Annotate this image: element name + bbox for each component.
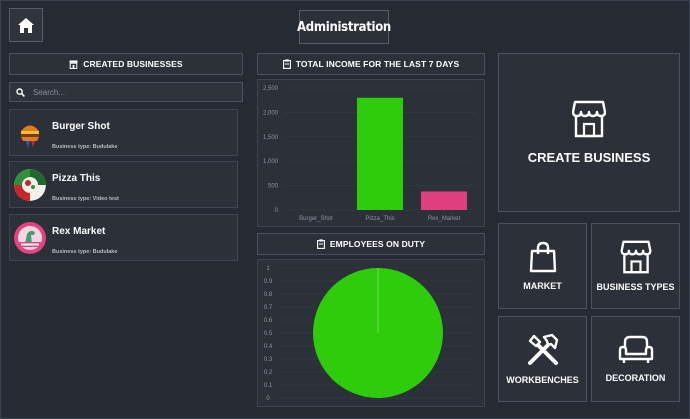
market-button[interactable]: MARKET	[498, 223, 587, 309]
search-input[interactable]	[31, 86, 225, 98]
clipboard-icon	[316, 239, 325, 249]
y-tick-label: 2,500	[263, 86, 279, 92]
bar-pizza_this[interactable]	[356, 97, 404, 210]
workbenches-button[interactable]: WORKBENCHES	[498, 316, 587, 402]
y-tick-label: 0.5	[264, 331, 273, 337]
x-tick-label: Burger_Shot	[299, 216, 333, 222]
home-icon	[18, 17, 34, 33]
decoration-button[interactable]: DECORATION	[591, 316, 680, 402]
created-businesses-header: CREATED BUSINESSES	[9, 53, 243, 75]
y-tick-label: 1,500	[263, 135, 279, 141]
business-type: Business type: Budulake	[52, 144, 118, 150]
home-button[interactable]	[9, 8, 43, 42]
business-types-button[interactable]: BUSINESS TYPES	[591, 223, 680, 309]
x-tick-label: Rex_Market	[428, 216, 461, 222]
clipboard-icon	[282, 59, 291, 69]
y-tick-label: 0.3	[264, 357, 273, 363]
rex-market-logo	[14, 222, 46, 254]
y-tick-label: 0	[266, 396, 270, 402]
search-field[interactable]	[9, 82, 243, 102]
business-card-burger-shot[interactable]: Burger Shot Business type: Budulake	[9, 109, 238, 156]
page-title: Administration	[297, 10, 391, 44]
store-icon	[572, 100, 606, 138]
income-bar-chart: 0 500 1,000 1,500 2,000 2,500 Burger_Shot Pizza…	[263, 86, 476, 222]
y-tick-label: 0.1	[264, 383, 273, 389]
y-tick-label: 500	[268, 184, 279, 190]
store-icon	[69, 60, 78, 69]
employees-chart-panel: 0 0.1 0.2 0.3 0.4 0.5 0.6 0.7 0.8 0.9 1	[257, 259, 485, 407]
income-chart-panel: 0 500 1,000 1,500 2,000 2,500 Burger_Shot Pizza…	[257, 79, 485, 227]
business-card-pizza-this[interactable]: Pizza This Business type: Video test	[9, 161, 238, 208]
admin-window: Administration CREATED BUSINESSES Search…	[0, 0, 690, 419]
tools-icon	[527, 333, 558, 365]
search-icon	[16, 87, 25, 97]
business-type: Business type: Budulake	[52, 249, 118, 255]
pizza-this-logo	[14, 169, 46, 201]
business-card-rex-market[interactable]: Rex Market Business type: Budulake	[9, 214, 238, 261]
x-tick-label: Pizza_This	[365, 216, 394, 222]
market-label: MARKET	[523, 281, 562, 291]
y-tick-label: 1	[266, 266, 270, 272]
y-tick-label: 2,000	[263, 110, 279, 116]
y-tick-label: 0.2	[264, 370, 273, 376]
burger-shot-logo	[14, 117, 46, 149]
y-tick-label: 1,000	[263, 159, 279, 165]
employees-header: EMPLOYEES ON DUTY	[257, 233, 485, 255]
employees-heading: EMPLOYEES ON DUTY	[329, 239, 426, 249]
shopping-bag-icon	[529, 241, 556, 273]
y-tick-label: 0.8	[264, 292, 273, 298]
y-tick-label: 0.9	[264, 279, 273, 285]
employees-pie-chart: 0 0.1 0.2 0.3 0.4 0.5 0.6 0.7 0.8 0.9 1	[264, 266, 476, 402]
armchair-icon	[618, 335, 653, 363]
y-tick-label: 0.7	[264, 305, 273, 311]
income-header: TOTAL INCOME FOR THE LAST 7 DAYS	[257, 53, 485, 75]
income-heading: TOTAL INCOME FOR THE LAST 7 DAYS	[295, 59, 460, 69]
decoration-label: DECORATION	[605, 373, 666, 383]
business-name: Rex Market	[52, 226, 106, 237]
store-icon	[620, 240, 651, 274]
workbenches-label: WORKBENCHES	[506, 375, 579, 385]
created-businesses-heading: CREATED BUSINESSES	[83, 59, 183, 69]
create-business-button[interactable]: CREATE BUSINESS	[498, 53, 680, 212]
create-business-label: CREATE BUSINESS	[527, 150, 651, 165]
business-name: Burger Shot	[52, 121, 110, 132]
y-tick-label: 0.4	[264, 344, 273, 350]
business-type: Business type: Video test	[52, 196, 119, 202]
y-tick-label: 0.6	[264, 318, 273, 324]
business-types-label: BUSINESS TYPES	[596, 282, 675, 292]
y-tick-label: 0	[275, 208, 279, 214]
bar-rex_market[interactable]	[420, 191, 468, 210]
business-name: Pizza This	[52, 173, 101, 184]
